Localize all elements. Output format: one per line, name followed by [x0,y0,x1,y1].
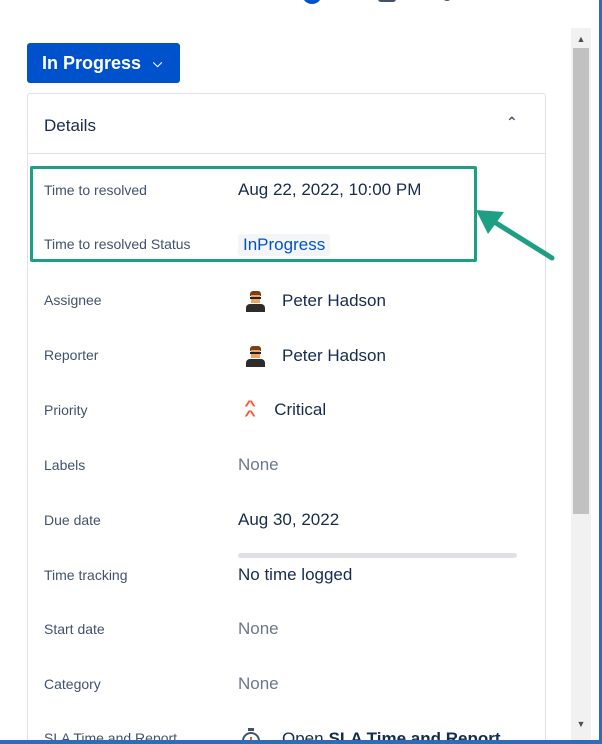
field-value-wrap: InProgress [238,234,331,256]
field-priority: Priority ^ ^ Critical [28,392,547,432]
assignee-name: Peter Hadson [282,291,386,310]
avatar [244,345,266,367]
details-panel-header[interactable]: Details ⌃ [28,94,545,154]
reporter-name: Peter Hadson [282,346,386,365]
field-label: Time to resolved [44,182,147,198]
priority-value[interactable]: ^ ^ Critical [238,397,327,423]
window-border [0,740,602,744]
field-due-date: Due date Aug 30, 2022 [28,502,547,542]
field-time-tracking: Time tracking No time logged [28,553,547,597]
field-label: Reporter [44,347,99,363]
field-label: Due date [44,512,101,528]
avatar [244,290,266,312]
time-tracking-value[interactable]: No time logged [238,565,352,585]
reporter-value[interactable]: Peter Hadson [238,345,386,367]
field-label: Start date [44,621,105,637]
priority-name: Critical [274,400,327,419]
category-value[interactable]: None [238,674,279,694]
priority-critical-icon: ^ ^ [244,397,256,423]
due-date-value[interactable]: Aug 30, 2022 [238,510,339,530]
field-label: Category [44,676,101,692]
document-icon[interactable] [378,0,396,2]
labels-value[interactable]: None [238,455,279,475]
scrollbar-thumb[interactable] [573,48,589,514]
arrow-icon [476,210,555,261]
chevron-down-icon: ⌵ [153,55,163,70]
watch-icon[interactable] [302,0,322,4]
close-icon[interactable]: ✕ [530,0,552,2]
status-button-label: In Progress [42,52,142,73]
time-tracking-bar[interactable] [238,553,517,558]
status-dropdown-button[interactable]: In Progress ⌵ [27,43,180,83]
field-label: Labels [44,457,86,473]
field-labels: Labels None [28,447,547,487]
details-panel: Details ⌃ Time to resolved Aug 22, 2022,… [27,93,546,744]
chevron-up-icon[interactable]: ⌃ [506,114,518,131]
scroll-down-icon[interactable]: ▼ [573,717,589,731]
field-label: Priority [44,402,88,418]
status-lozenge[interactable]: InProgress [238,234,331,256]
field-value[interactable]: Aug 22, 2022, 10:00 PM [238,180,421,200]
field-category: Category None [28,666,547,706]
field-reporter: Reporter Peter Hadson [28,337,547,377]
details-title: Details [44,116,96,135]
field-label: Assignee [44,292,102,308]
field-start-date: Start date None [28,611,547,651]
attachment-icon[interactable] [442,0,452,1]
assignee-value[interactable]: Peter Hadson [238,290,386,312]
start-date-value[interactable]: None [238,619,279,639]
scroll-up-icon[interactable]: ▲ [573,32,589,46]
field-assignee: Assignee Peter Hadson [28,282,547,322]
field-label: Time tracking [44,567,128,583]
field-label: Time to resolved Status [44,236,191,252]
